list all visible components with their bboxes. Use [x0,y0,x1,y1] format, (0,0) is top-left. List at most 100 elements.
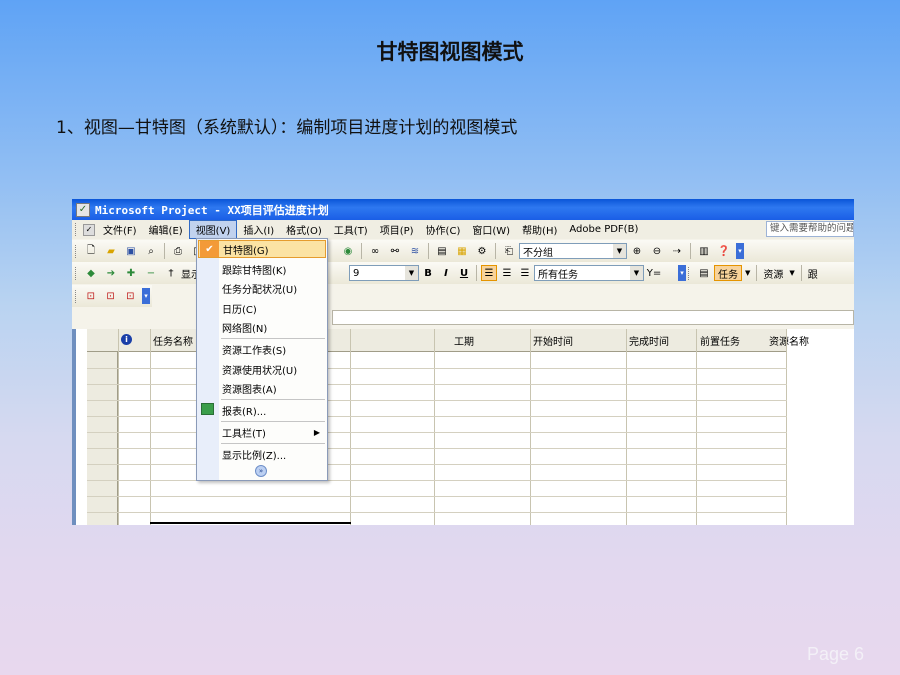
table-row[interactable] [87,512,787,513]
slide-title: 甘特图视图模式 [376,40,524,64]
outdent-icon[interactable]: ◆ [83,265,99,281]
autofilter-icon[interactable]: Y= [646,265,662,281]
table-row[interactable] [87,496,787,497]
tasks-button[interactable]: 任务 [714,265,742,281]
toolbar-grip-3[interactable] [688,266,691,280]
page-number: Page 6 [806,644,864,664]
pdf-review-icon[interactable]: ⊡ [122,288,138,304]
toolbar-grip[interactable] [75,244,78,258]
menu-separator [221,338,325,339]
menu-separator [221,421,325,422]
standard-toolbar: 🗋 ▰ ▣ ⌕ ⎙ ◫ ◉ ∞ ⚯ ≋ ▤ ▦ ⚙ ⎗ 不分组▼ ⊕ ⊖ ⇢ ▥… [72,240,854,262]
submenu-arrow-icon: ▶ [313,427,320,437]
globe-icon[interactable]: ◉ [340,243,356,259]
open-folder-icon[interactable]: ▰ [103,243,119,259]
menu-insert[interactable]: 插入(I) [237,221,280,238]
resources-dropdown-arrow[interactable]: ▼ [786,265,797,281]
header-start[interactable]: 开始时间 [533,333,573,348]
zoom-in-icon[interactable]: ⊕ [629,243,645,259]
menu-item-tracking-gantt[interactable]: 跟踪甘特图(K) [198,260,326,278]
menu-item-reports[interactable]: 报表(R)... [198,401,326,419]
toolbar-grip-2[interactable] [75,266,78,280]
menubar-grip[interactable] [75,223,78,236]
view-bar[interactable] [72,329,76,525]
menu-collaborate[interactable]: 协作(C) [420,221,467,238]
menu-help[interactable]: 帮助(H) [516,221,563,238]
underline-button[interactable]: U [456,265,472,281]
align-center-icon[interactable]: ☰ [499,265,515,281]
table-row[interactable] [87,384,787,385]
align-left-icon[interactable]: ☰ [481,265,497,281]
font-size-select[interactable]: 9 ▼ [349,265,419,281]
gantt-wizard-icon[interactable]: ▥ [696,243,712,259]
pdf-email-icon[interactable]: ⊡ [103,288,119,304]
menu-window[interactable]: 窗口(W) [466,221,516,238]
menu-item-gantt-chart[interactable]: ✔ 甘特图(G) [198,240,326,258]
indent-icon[interactable]: ➔ [103,265,119,281]
group-by-select[interactable]: 不分组 ▼ [519,243,627,259]
window-title: Microsoft Project - XX项目评估进度计划 [95,203,329,217]
copy-picture-icon[interactable]: ⎗ [501,243,517,259]
task-info-icon[interactable]: ▤ [434,243,450,259]
zoom-out-icon[interactable]: ⊖ [649,243,665,259]
table-row[interactable] [87,480,787,481]
goto-task-icon[interactable]: ⇢ [669,243,685,259]
menu-format[interactable]: 格式(O) [280,221,328,238]
assign-resources-icon[interactable]: ⚙ [474,243,490,259]
toolbar-options-icon-3[interactable]: ▾ [142,288,150,304]
help-search-input[interactable]: 键入需要帮助的问题 [766,221,854,237]
pdf-convert-icon[interactable]: ⊡ [83,288,99,304]
bold-button[interactable]: B [420,265,436,281]
menu-tools[interactable]: 工具(T) [328,221,374,238]
table-row[interactable] [87,400,787,401]
header-task-name[interactable]: 任务名称 [153,333,193,348]
menu-item-zoom[interactable]: 显示比例(Z)... [198,445,326,463]
menu-edit[interactable]: 编辑(E) [143,221,189,238]
split-task-icon[interactable]: ≋ [407,243,423,259]
header-predecessors[interactable]: 前置任务 [700,333,740,348]
resources-button[interactable]: 资源 [760,265,786,281]
menu-item-resource-sheet[interactable]: 资源工作表(S) [198,340,326,358]
toolbar-options-icon[interactable]: ▾ [736,243,744,259]
track-button[interactable]: 跟 [805,265,821,281]
expand-menu-icon[interactable]: » [255,465,267,477]
show-outline-icon[interactable]: † [163,265,179,281]
menu-item-task-usage[interactable]: 任务分配状况(U) [198,279,326,297]
link-icon[interactable]: ∞ [367,243,383,259]
menu-item-resource-graph[interactable]: 资源图表(A) [198,379,326,397]
toolbar-grip-4[interactable] [75,289,78,303]
table-row[interactable] [87,416,787,417]
filter-select[interactable]: 所有任务 ▼ [534,265,644,281]
menu-item-resource-usage[interactable]: 资源使用状况(U) [198,360,326,378]
header-finish[interactable]: 完成时间 [629,333,669,348]
project-guide-icon[interactable]: ▤ [696,265,712,281]
entry-field[interactable] [332,310,854,325]
menu-app-icon[interactable]: ✓ [83,223,95,236]
menu-adobe-pdf[interactable]: Adobe PDF(B) [563,223,644,236]
table-row[interactable] [87,448,787,449]
show-subtasks-icon[interactable]: ✚ [123,265,139,281]
menu-view[interactable]: 视图(V) [188,220,238,239]
tasks-dropdown-arrow[interactable]: ▼ [742,265,753,281]
menu-file[interactable]: 文件(F) [97,221,143,238]
table-row[interactable] [87,368,787,369]
header-resource-names[interactable]: 资源名称 [769,333,809,348]
new-file-icon[interactable]: 🗋 [83,243,99,259]
italic-button[interactable]: I [438,265,454,281]
table-row[interactable] [87,432,787,433]
header-duration[interactable]: 工期 [454,333,474,348]
search-icon[interactable]: ⌕ [143,243,159,259]
toolbar-options-icon-2[interactable]: ▾ [678,265,686,281]
menu-item-calendar[interactable]: 日历(C) [198,299,326,317]
help-icon[interactable]: ❓ [716,243,732,259]
unlink-icon[interactable]: ⚯ [387,243,403,259]
table-row[interactable] [87,464,787,465]
hide-subtasks-icon[interactable]: − [143,265,159,281]
menu-project[interactable]: 项目(P) [374,221,420,238]
save-icon[interactable]: ▣ [123,243,139,259]
notes-icon[interactable]: ▦ [454,243,470,259]
print-icon[interactable]: ⎙ [170,243,186,259]
align-right-icon[interactable]: ☰ [517,265,533,281]
menu-item-toolbars[interactable]: 工具栏(T) ▶ [198,423,326,441]
menu-item-network-diagram[interactable]: 网络图(N) [198,318,326,336]
